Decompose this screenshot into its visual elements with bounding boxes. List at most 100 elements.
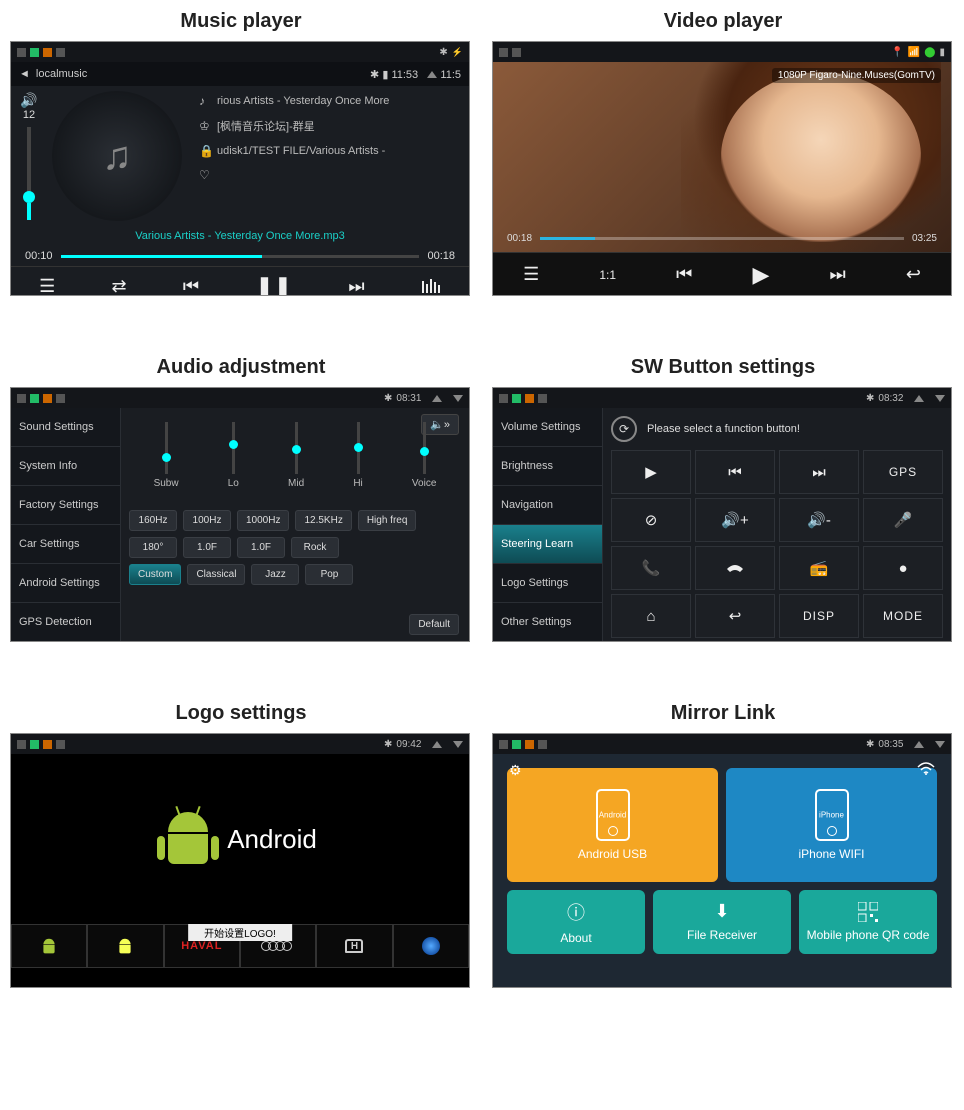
- vnext-button[interactable]: ⏭: [830, 264, 846, 285]
- chip-pop[interactable]: Pop: [305, 564, 353, 585]
- now-playing: Various Artists - Yesterday Once More.mp…: [11, 226, 469, 246]
- eq-slider-mid[interactable]: [295, 422, 298, 474]
- eq-slider-subw[interactable]: [165, 422, 168, 474]
- sw-back[interactable]: ↩: [695, 594, 775, 638]
- logo-clock: 09:42: [396, 739, 421, 750]
- sidebar-item-sound[interactable]: Sound Settings: [11, 408, 120, 447]
- sidebar-item-logo[interactable]: Logo Settings: [493, 564, 602, 603]
- sw-mute[interactable]: ⊘: [611, 498, 691, 542]
- volume-slider[interactable]: [27, 127, 31, 220]
- chip-highfreq[interactable]: High freq: [358, 510, 417, 531]
- sw-volup[interactable]: 🔊+: [695, 498, 775, 542]
- track-icon: ♪: [199, 94, 211, 108]
- chip-classical[interactable]: Classical: [187, 564, 245, 585]
- qr-icon: [858, 902, 878, 922]
- chip-custom[interactable]: Custom: [129, 564, 181, 585]
- progress-bar[interactable]: [61, 255, 420, 258]
- chip-125khz[interactable]: 12.5KHz: [295, 510, 351, 531]
- sw-radio[interactable]: 📻: [779, 546, 859, 590]
- sidebar-item-other[interactable]: Other Settings: [493, 603, 602, 642]
- logo-opt-globe[interactable]: [393, 924, 469, 968]
- sw-prev[interactable]: ⏮: [695, 450, 775, 494]
- chip-rock[interactable]: Rock: [291, 537, 339, 558]
- clock-1: 11:53: [391, 69, 418, 81]
- sw-rec[interactable]: ●: [863, 546, 943, 590]
- sw-disp[interactable]: DISP: [779, 594, 859, 638]
- settings-icon[interactable]: ⚙: [509, 762, 522, 779]
- sidebar-item-volume[interactable]: Volume Settings: [493, 408, 602, 447]
- vplay-button[interactable]: ▶: [752, 262, 769, 288]
- mirror-clock: 08:35: [878, 739, 903, 750]
- path-icon: 🔒: [199, 144, 211, 158]
- back-icon[interactable]: ◄: [19, 68, 30, 80]
- sidebar-item-brightness[interactable]: Brightness: [493, 447, 602, 486]
- time-current: 00:10: [25, 250, 53, 262]
- logo-opt-android1[interactable]: [11, 924, 87, 968]
- logo-main-text: Android: [227, 824, 317, 855]
- chip-1000hz[interactable]: 1000Hz: [237, 510, 289, 531]
- vprev-button[interactable]: ⏮: [676, 264, 692, 285]
- logo-opt-android2[interactable]: [87, 924, 163, 968]
- video-screen: 📍📶⬤▮ 1080P Figaro-Nine.Muses(GomTV) 00:1…: [492, 41, 952, 296]
- sw-play[interactable]: ▶: [611, 450, 691, 494]
- sw-screen: ✱08:32 Volume Settings Brightness Naviga…: [492, 387, 952, 642]
- sw-voldn[interactable]: 🔊-: [779, 498, 859, 542]
- sw-mode[interactable]: MODE: [863, 594, 943, 638]
- audio-sidebar: Sound Settings System Info Factory Setti…: [11, 408, 121, 642]
- list-button[interactable]: ☰: [39, 276, 55, 296]
- tile-file-receiver[interactable]: ⬇ File Receiver: [653, 890, 791, 954]
- video-progress[interactable]: [540, 237, 904, 240]
- video-viewport[interactable]: 1080P Figaro-Nine.Muses(GomTV) 00:18 03:…: [493, 62, 951, 252]
- sidebar-item-factory[interactable]: Factory Settings: [11, 486, 120, 525]
- tile-iphone-label: iPhone WIFI: [798, 847, 864, 861]
- sidebar-item-navigation[interactable]: Navigation: [493, 486, 602, 525]
- default-button[interactable]: Default: [409, 614, 459, 635]
- sidebar-item-system[interactable]: System Info: [11, 447, 120, 486]
- prev-button[interactable]: ⏮: [183, 276, 199, 296]
- chip-jazz[interactable]: Jazz: [251, 564, 299, 585]
- chip-160hz[interactable]: 160Hz: [129, 510, 177, 531]
- wifi-icon[interactable]: [917, 762, 935, 776]
- cycle-icon[interactable]: ⟳: [611, 416, 637, 442]
- volume-icon[interactable]: 🔊: [20, 92, 37, 109]
- logo-opt-honda[interactable]: H: [316, 924, 392, 968]
- speaker-button[interactable]: 🔈»: [421, 414, 459, 435]
- fav-icon[interactable]: ♡: [199, 168, 211, 182]
- sw-home[interactable]: ⌂: [611, 594, 691, 638]
- sw-sidebar: Volume Settings Brightness Navigation St…: [493, 408, 603, 642]
- chip-10f-1[interactable]: 1.0F: [183, 537, 231, 558]
- shuffle-button[interactable]: ⇄: [111, 276, 126, 296]
- sw-next[interactable]: ⏭: [779, 450, 859, 494]
- aspect-button[interactable]: 1:1: [599, 268, 616, 282]
- download-icon: ⬇: [714, 901, 729, 922]
- eq-slider-voice[interactable]: [423, 422, 426, 474]
- chip-180[interactable]: 180°: [129, 537, 177, 558]
- tile-about[interactable]: ⓘ About: [507, 890, 645, 954]
- chip-10f-2[interactable]: 1.0F: [237, 537, 285, 558]
- music-screen: ✱⚡ ◄localmusic ✱ ▮ 11:53 11:5 🔊 12 ♫ ♪r: [10, 41, 470, 296]
- volume-level: 12: [23, 109, 35, 121]
- eq-slider-lo[interactable]: [232, 422, 235, 474]
- eq-button[interactable]: [421, 279, 441, 295]
- audio-clock: 08:31: [396, 393, 421, 404]
- sw-mic[interactable]: 🎤: [863, 498, 943, 542]
- sidebar-item-steering[interactable]: Steering Learn: [493, 525, 602, 564]
- chip-100hz[interactable]: 100Hz: [183, 510, 231, 531]
- sw-gps[interactable]: GPS: [863, 450, 943, 494]
- next-button[interactable]: ⏭: [348, 276, 364, 296]
- logo-preview: Android: [11, 754, 469, 924]
- album-art: ♫: [52, 91, 182, 221]
- vtime-total: 03:25: [912, 233, 937, 244]
- eq-slider-hi[interactable]: [357, 422, 360, 474]
- vback-button[interactable]: ↩: [906, 264, 921, 285]
- sw-call[interactable]: 📞: [611, 546, 691, 590]
- pause-button[interactable]: ❚❚: [255, 274, 292, 297]
- vlist-button[interactable]: ☰: [523, 264, 539, 285]
- sidebar-item-android[interactable]: Android Settings: [11, 564, 120, 603]
- tile-qr[interactable]: Mobile phone QR code: [799, 890, 937, 954]
- tile-iphone-wifi[interactable]: iPhone iPhone WIFI: [726, 768, 937, 882]
- sw-endcall[interactable]: [695, 546, 775, 590]
- sidebar-item-car[interactable]: Car Settings: [11, 525, 120, 564]
- tile-android-usb[interactable]: Android Android USB: [507, 768, 718, 882]
- sidebar-item-gps[interactable]: GPS Detection: [11, 603, 120, 642]
